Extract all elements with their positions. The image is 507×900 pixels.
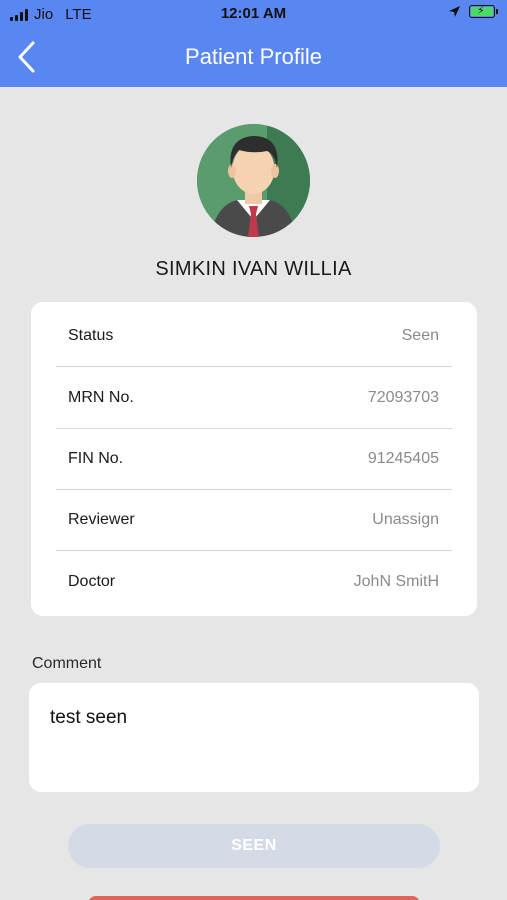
detail-row-status: Status Seen [56,306,452,367]
status-bar: Jio LTE 12:01 AM ⚡ [0,0,507,28]
detail-value: Seen [401,327,439,344]
danger-button[interactable] [88,896,420,900]
comment-label: Comment [32,655,102,672]
app-header: Jio LTE 12:01 AM ⚡ Patient Profile [0,0,507,87]
detail-value: JohN SmitH [353,572,439,590]
status-right: ⚡ [448,5,498,18]
detail-row-fin: FIN No. 91245405 [56,429,452,490]
detail-label: Reviewer [68,511,135,528]
detail-value: Unassign [372,511,439,528]
location-arrow-icon [449,6,460,17]
detail-value: 91245405 [367,450,439,467]
patient-name: SIMKIN IVAN WILLIA [155,258,352,280]
male-doctor-avatar-icon [197,124,310,237]
seen-button[interactable]: SEEN [68,824,440,868]
battery-icon: ⚡ [469,5,498,18]
detail-row-mrn: MRN No. 72093703 [56,368,452,429]
detail-label: Doctor [68,572,116,590]
patient-avatar [197,124,310,237]
detail-label: MRN No. [68,389,134,406]
detail-row-doctor: Doctor JohN SmitH [56,551,452,612]
detail-label: FIN No. [68,450,124,467]
comment-input[interactable]: test seen [29,683,479,792]
detail-row-reviewer: Reviewer Unassign [56,490,452,551]
patient-details-card: Status Seen MRN No. 72093703 FIN No. 912… [31,302,477,616]
page-title: Patient Profile [185,44,322,69]
status-time: 12:01 AM [220,5,287,22]
detail-value: 72093703 [367,389,439,406]
detail-label: Status [68,327,114,344]
